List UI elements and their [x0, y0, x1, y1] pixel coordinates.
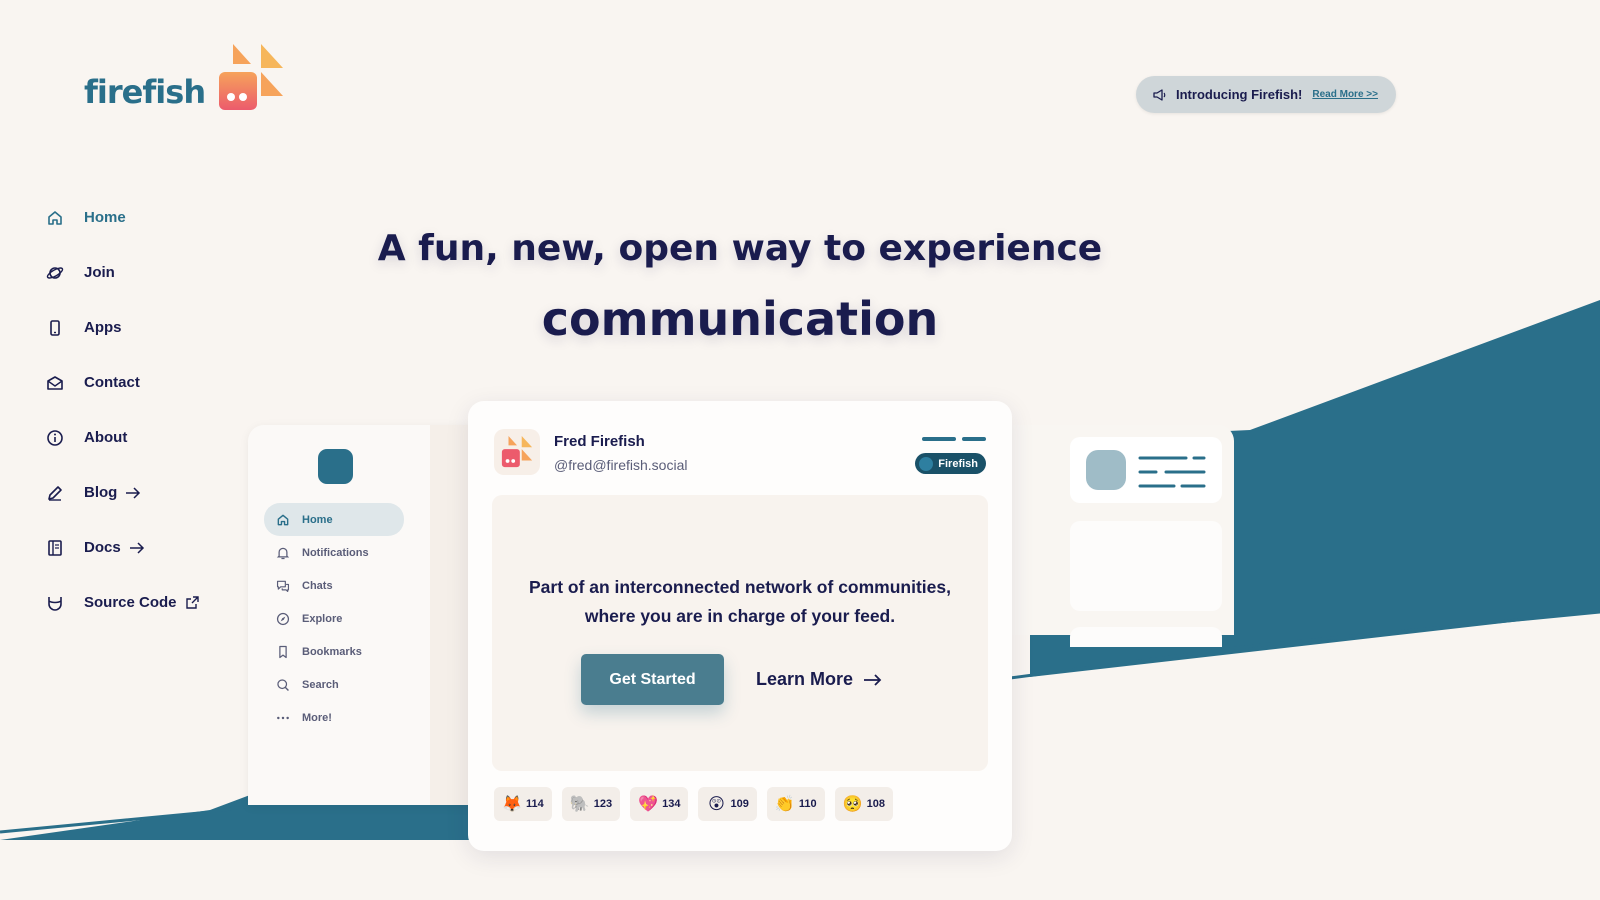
post-body: Part of an interconnected network of com…	[492, 495, 988, 771]
dots-icon	[277, 716, 289, 719]
post-avatar	[494, 429, 540, 475]
sidebar-item-label: Docs	[84, 539, 121, 556]
reaction-count: 108	[866, 798, 885, 810]
bookmark-icon	[279, 645, 287, 658]
mock-app-sidebar: Home Notifications Chats Explore Bookmar…	[248, 425, 480, 805]
learn-more-button[interactable]: Learn More	[756, 654, 883, 705]
reaction-count: 134	[662, 798, 681, 810]
sidebar-item-label: Source Code	[84, 594, 177, 611]
mock-widget-card	[1070, 627, 1222, 647]
sidebar-item-about[interactable]: About	[44, 410, 200, 465]
mock-nav-label: Search	[302, 678, 339, 691]
mock-avatar	[318, 449, 353, 484]
mock-nav-label: Home	[302, 513, 333, 526]
mock-nav-explore[interactable]: Explore	[264, 602, 404, 635]
home-icon	[44, 207, 66, 229]
bell-icon	[276, 547, 290, 559]
compass-icon	[276, 612, 290, 625]
logo-wordmark: firefish	[84, 73, 206, 111]
reaction-button[interactable]: 🐘 123	[561, 787, 621, 821]
announcement-banner[interactable]: Introducing Firefish! Read More >>	[1136, 76, 1396, 113]
sidebar-item-label: Blog	[84, 484, 118, 501]
code-icon	[44, 592, 66, 614]
arrow-right-icon	[129, 541, 145, 555]
reaction-button[interactable]: 🥺 108	[834, 787, 893, 821]
reaction-count: 114	[526, 798, 544, 810]
mock-nav-label: Explore	[302, 612, 343, 625]
mock-nav: Home Notifications Chats Explore Bookmar…	[264, 503, 404, 734]
pencil-icon	[44, 482, 66, 504]
sidebar-item-label: About	[84, 429, 128, 446]
reaction-button[interactable]: 🦊 114	[494, 787, 552, 821]
mock-app-widgets	[1010, 425, 1234, 647]
mock-nav-search[interactable]: Search	[264, 668, 404, 701]
pleading-emoji: 🥺	[842, 794, 863, 813]
reaction-count: 109	[730, 798, 749, 810]
post-author-name[interactable]: Fred Firefish	[554, 433, 645, 450]
post-author-handle[interactable]: @fred@firefish.social	[554, 457, 687, 473]
heart-emoji: 💖	[638, 794, 659, 813]
reaction-button[interactable]: 💖 134	[630, 787, 689, 821]
sidebar-item-source-code[interactable]: Source Code	[44, 575, 200, 630]
sidebar-item-blog[interactable]: Blog	[44, 465, 200, 520]
book-icon	[44, 537, 66, 559]
firefish-logo-icon	[219, 44, 284, 110]
mail-icon	[44, 372, 66, 394]
elephant-emoji: 🐘	[569, 794, 590, 813]
firefish-logo[interactable]: firefish	[84, 42, 287, 114]
mock-nav-chats[interactable]: Chats	[264, 569, 404, 602]
megaphone-icon	[1153, 88, 1166, 101]
mock-widget-avatar	[1086, 450, 1126, 490]
fox-emoji: 🦊	[502, 794, 522, 813]
sidebar-item-contact[interactable]: Contact	[44, 355, 200, 410]
post-card: Fred Firefish @fred@firefish.social Fire…	[468, 401, 1012, 851]
instance-badge-label: Firefish	[938, 457, 978, 470]
arrow-right-icon	[864, 673, 882, 686]
post-text-line: where you are in charge of your feed.	[584, 606, 896, 626]
mock-nav-label: Bookmarks	[302, 645, 362, 658]
firefish-logo-icon	[501, 435, 533, 468]
mock-widget-card	[1070, 521, 1222, 611]
mock-nav-more[interactable]: More!	[264, 701, 404, 734]
arrow-right-icon	[125, 486, 141, 500]
get-started-button[interactable]: Get Started	[581, 654, 724, 705]
clap-emoji: 👏	[774, 794, 795, 813]
info-icon	[44, 427, 66, 449]
mock-nav-label: Chats	[302, 579, 333, 592]
mock-profile-widget	[1070, 437, 1222, 503]
post-menu-lines	[922, 437, 986, 441]
hero-subtitle: communication	[541, 292, 939, 346]
reactions-bar: 🦊 114 🐘 123 💖 134 😲 109 👏 110 🥺 108	[494, 787, 893, 821]
announcement-text: Introducing Firefish!	[1176, 87, 1303, 102]
mock-nav-home[interactable]: Home	[264, 503, 404, 536]
sidebar-item-docs[interactable]: Docs	[44, 520, 200, 575]
landing-page: firefish Introducing Firefish! Read More…	[0, 0, 1600, 900]
home-icon	[277, 514, 289, 525]
mock-nav-bookmarks[interactable]: Bookmarks	[264, 635, 404, 668]
mock-nav-label: Notifications	[302, 546, 369, 559]
chat-icon	[276, 580, 290, 592]
instance-badge: Firefish	[915, 453, 986, 474]
surprised-emoji: 😲	[708, 794, 725, 813]
search-icon	[277, 678, 289, 691]
reaction-count: 123	[593, 798, 613, 810]
mock-text-lines	[1138, 456, 1206, 488]
reaction-count: 110	[798, 798, 817, 810]
sidebar-item-label: Home	[84, 209, 126, 226]
mock-nav-notifications[interactable]: Notifications	[264, 536, 404, 569]
reaction-button[interactable]: 😲 109	[698, 787, 757, 821]
post-text-line: Part of an interconnected network of com…	[528, 577, 951, 597]
hero-title: A fun, new, open way to experience	[377, 228, 1103, 269]
post-text: Part of an interconnected network of com…	[492, 573, 988, 631]
reaction-button[interactable]: 👏 110	[766, 787, 825, 821]
instance-icon	[919, 456, 934, 471]
sidebar-item-label: Contact	[84, 374, 140, 391]
learn-more-label: Learn More	[756, 669, 854, 689]
read-more-link[interactable]: Read More >>	[1312, 89, 1378, 100]
external-link-icon	[185, 595, 200, 610]
mock-nav-label: More!	[302, 711, 332, 724]
